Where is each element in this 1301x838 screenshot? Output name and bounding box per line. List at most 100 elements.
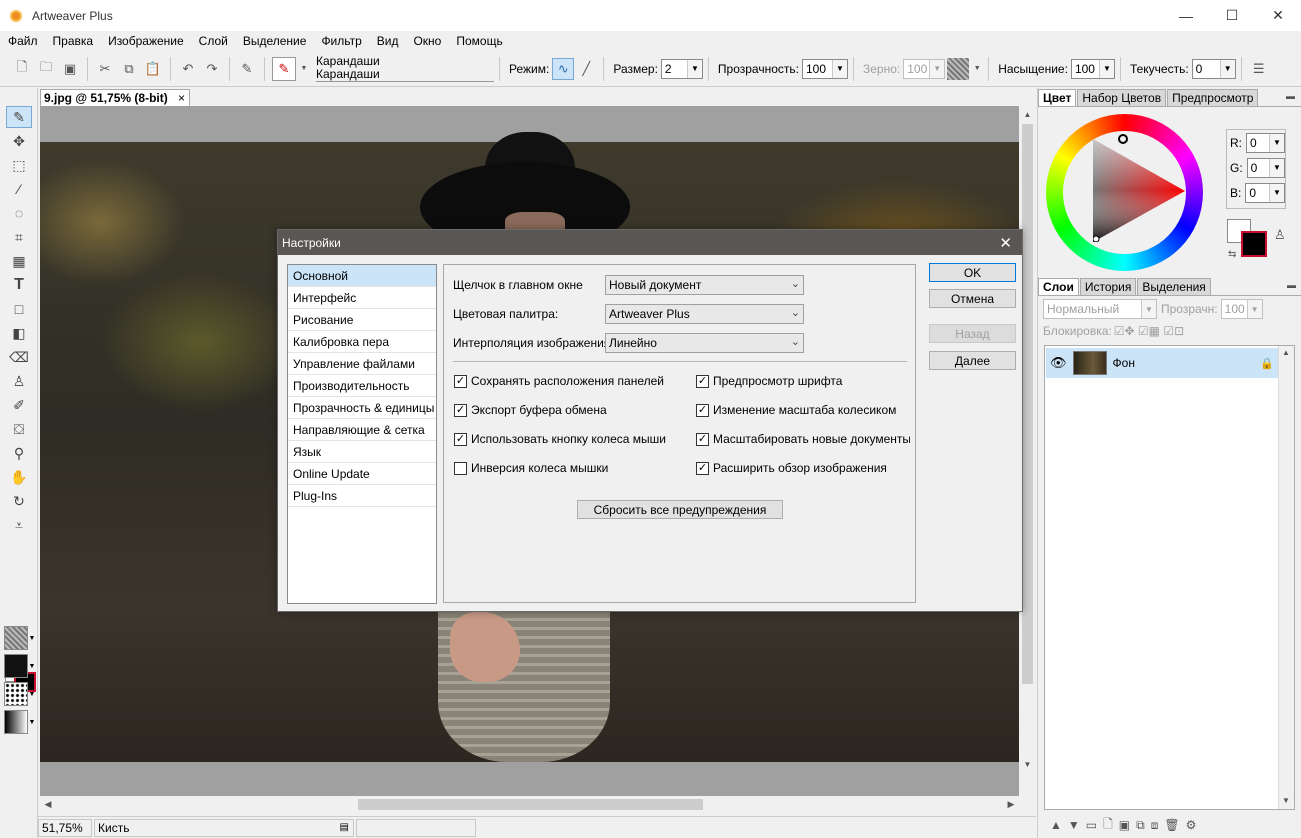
reset-warnings-button[interactable]: Сбросить все предупреждения [577,500,783,519]
nav-item-painting[interactable]: Рисование [288,309,436,331]
merge-layer-icon[interactable]: ⧈ [1151,818,1159,833]
close-document-icon[interactable]: × [178,90,185,106]
tab-layers[interactable]: Слои [1038,278,1079,295]
size-select[interactable]: 2 ▼ [660,58,703,79]
menu-help[interactable]: Помощь [448,34,509,48]
open-file-icon[interactable]: 🗀 [36,59,56,79]
warp-tool[interactable]: ⩡ [6,514,32,536]
close-dialog-icon[interactable]: ✕ [999,234,1012,252]
layer-settings-icon[interactable]: ⚙ [1186,818,1197,832]
nav-item-guides-grid[interactable]: Направляющие & сетка [288,419,436,441]
fill-tool[interactable]: ⛋ [6,418,32,440]
brush-tool[interactable]: ✎ [6,106,32,128]
checkbox-scale-new-docs[interactable]: ✓ Масштабировать новые документы [696,432,910,446]
menu-select[interactable]: Выделение [235,34,314,48]
copy-icon[interactable]: ⧉ [119,59,139,79]
checkbox-extend-view[interactable]: ✓ Расширить обзор изображения [696,461,910,475]
checkbox-font-preview[interactable]: ✓ Предпросмотр шрифта [696,374,910,388]
menu-edit[interactable]: Правка [45,34,101,48]
save-icon[interactable]: ▣ [60,59,80,79]
interpolation-select[interactable]: Линейно ⌄ [605,333,804,353]
blend-mode-select[interactable]: Нормальный ▼ [1043,299,1157,319]
nav-item-interface[interactable]: Интерфейс [288,287,436,309]
crop-tool[interactable]: ⌗ [6,226,32,248]
checkbox-box[interactable]: ✓ [696,432,709,446]
cancel-button[interactable]: Отмена [929,289,1016,308]
rotate-tool[interactable]: ↻ [6,490,32,512]
checkbox-wheel-zoom[interactable]: ✓ Изменение масштаба колесиком [696,403,910,417]
gradient-tile[interactable] [4,710,28,734]
menu-layer[interactable]: Слой [191,34,235,48]
nav-item-language[interactable]: Язык [288,441,436,463]
scroll-down-icon[interactable]: ▼ [1282,796,1290,805]
checkbox-export-clipboard[interactable]: ✓ Экспорт буфера обмена [454,403,690,417]
chevron-down-icon[interactable]: ▼ [28,682,36,706]
gradient-tool[interactable]: ◧ [6,322,32,344]
checkbox-box[interactable]: ✓ [696,374,709,388]
checkbox-save-panel-layout[interactable]: ✓ Сохранять расположения панелей [454,374,690,388]
scroll-left-icon[interactable]: ◀ [40,796,56,813]
checkbox-box[interactable]: ✓ [454,432,467,446]
eyedropper-tool[interactable]: ✐ [6,394,32,416]
nav-item-online-update[interactable]: Online Update [288,463,436,485]
flow-select[interactable]: 0 ▼ [1191,58,1236,79]
perspective-tool[interactable]: ▦ [6,250,32,272]
cut-icon[interactable]: ✂ [95,59,115,79]
layer-opacity-select[interactable]: 100 ▼ [1220,299,1263,319]
undo-icon[interactable]: ↶ [178,59,198,79]
nav-item-file-handling[interactable]: Управление файлами [288,353,436,375]
checkbox-box[interactable]: ✓ [696,461,709,475]
document-tab[interactable]: 9.jpg @ 51,75% (8-bit) × [40,89,190,106]
close-window-button[interactable]: ✕ [1255,0,1301,31]
nav-item-plugins[interactable]: Plug-Ins [288,485,436,507]
next-button[interactable]: Далее [929,351,1016,370]
panel-foreground-swatch[interactable] [1241,231,1267,257]
nav-item-performance[interactable]: Производительность [288,375,436,397]
menu-file[interactable]: Файл [0,34,45,48]
layer-row[interactable]: 👁 Фон 🔒 [1046,348,1278,378]
new-layer-icon[interactable]: 🗋 [1103,815,1113,836]
maximize-button[interactable]: ☐ [1209,0,1255,31]
checkbox-use-wheel-button[interactable]: ✓ Использовать кнопку колеса мыши [454,432,690,446]
scroll-right-icon[interactable]: ▶ [1003,796,1019,813]
tab-history[interactable]: История [1079,278,1137,295]
new-file-icon[interactable]: 🗋 [12,59,32,79]
b-input[interactable]: 0 ▼ [1245,182,1285,203]
checkbox-box[interactable] [454,461,467,475]
zoom-status[interactable]: 51,75% [38,818,92,837]
tab-selections[interactable]: Выделения [1137,278,1211,295]
status-menu-icon[interactable]: ▤ [340,822,349,833]
chevron-down-icon[interactable]: ▼ [28,654,36,678]
zoom-tool[interactable]: ⚲ [6,442,32,464]
menu-window[interactable]: Окно [405,34,448,48]
click-action-select[interactable]: Новый документ ⌄ [605,275,804,295]
freehand-mode-icon[interactable]: ∿ [552,57,575,80]
menu-image[interactable]: Изображение [100,34,191,48]
scroll-up-icon[interactable]: ▲ [1282,348,1290,357]
line-mode-icon[interactable]: ╱ [576,59,596,79]
stamp-tool[interactable]: ♙ [6,370,32,392]
stamp-icon[interactable]: ♙ [1274,227,1286,243]
shape-tool[interactable]: □ [6,298,32,320]
text-tool[interactable]: T [6,274,32,296]
move-layer-up-icon[interactable]: ▲ [1050,818,1062,832]
brush-preset-icon[interactable]: ✎ [272,56,296,81]
tab-preview[interactable]: Предпросмотр [1167,89,1259,106]
tab-color[interactable]: Цвет [1038,89,1077,106]
back-button[interactable]: Назад [929,324,1016,343]
toolbar-options-icon[interactable]: ☰ [1249,59,1269,79]
tab-swatches[interactable]: Набор Цветов [1077,89,1167,106]
move-tool[interactable]: ✥ [6,130,32,152]
eye-icon[interactable]: 👁 [1050,355,1067,371]
move-layer-down-icon[interactable]: ▼ [1068,818,1080,832]
rect-select-tool[interactable]: ⬚ [6,154,32,176]
g-input[interactable]: 0 ▼ [1246,157,1285,178]
nav-item-general[interactable]: Основной [288,265,436,287]
checkbox-box[interactable]: ✓ [454,403,467,417]
delete-layer-icon[interactable]: 🗑 [1164,818,1179,832]
hand-tool[interactable]: ✋ [6,466,32,488]
panel-menu-icon[interactable]: ▬ [1286,91,1295,101]
redo-icon[interactable]: ↷ [202,59,222,79]
swap-colors-icon[interactable]: ⇆ [1228,249,1236,260]
palette-select[interactable]: Artweaver Plus ⌄ [605,304,804,324]
